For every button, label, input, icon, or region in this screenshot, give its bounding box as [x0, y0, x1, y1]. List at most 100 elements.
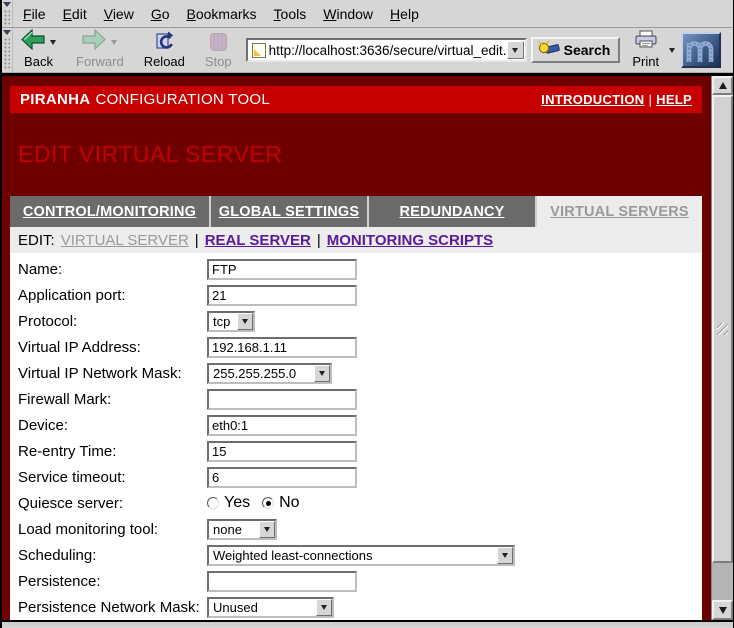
thumb-grip: [717, 323, 728, 335]
form-row: Firewall Mark:: [10, 386, 702, 412]
tab-global-settings[interactable]: GLOBAL SETTINGS: [209, 196, 367, 227]
introduction-link[interactable]: INTRODUCTION: [541, 92, 644, 107]
tab-virtual-servers[interactable]: VIRTUAL SERVERS: [535, 196, 702, 227]
load-monitoring-select[interactable]: none: [207, 519, 277, 540]
scheduling-label: Scheduling:: [18, 547, 207, 564]
quiesce-yes-radio[interactable]: [207, 497, 219, 509]
forward-button[interactable]: Forward: [72, 29, 128, 72]
navigation-toolbar: Back Forward: [2, 28, 733, 73]
menu-bookmarks[interactable]: Bookmarks: [187, 6, 257, 22]
persistence-mask-select[interactable]: Unused: [207, 597, 334, 618]
device-label: Device:: [18, 417, 207, 434]
toolbar-grippy[interactable]: [2, 28, 13, 72]
back-button[interactable]: Back: [17, 29, 60, 72]
bookmark-page-icon[interactable]: [252, 43, 266, 58]
header-links: INTRODUCTION|HELP: [541, 92, 692, 107]
back-label: Back: [24, 54, 53, 69]
persistence-input[interactable]: [207, 571, 357, 592]
mozilla-logo[interactable]: [681, 32, 721, 68]
service-timeout-input[interactable]: [207, 467, 357, 488]
subnav-prefix: EDIT:: [18, 232, 55, 249]
menu-tools[interactable]: Tools: [274, 6, 307, 22]
form-row: Persistence:: [10, 568, 702, 594]
form-row: Persistence Network Mask: Unused: [10, 594, 702, 620]
tab-control-monitoring[interactable]: CONTROL/MONITORING: [10, 196, 209, 227]
reentry-time-label: Re-entry Time:: [18, 443, 207, 460]
stop-label: Stop: [205, 54, 232, 69]
reentry-time-input[interactable]: [207, 441, 357, 462]
url-input[interactable]: [269, 43, 507, 58]
protocol-value: tcp: [209, 313, 237, 330]
window-frame-edge: [2, 622, 733, 626]
name-input[interactable]: [207, 259, 357, 280]
scrollbar-thumb[interactable]: [712, 95, 733, 563]
reload-icon: [153, 29, 175, 55]
scheduling-value: Weighted least-connections: [209, 547, 497, 564]
menu-file[interactable]: File: [23, 6, 46, 22]
search-button[interactable]: Search: [531, 37, 621, 63]
grippy-collapse-icon: [3, 2, 11, 7]
virtual-ip-mask-label: Virtual IP Network Mask:: [18, 365, 207, 382]
menu-edit[interactable]: Edit: [63, 6, 87, 22]
firewall-mark-label: Firewall Mark:: [18, 391, 207, 408]
virtual-ip-mask-select[interactable]: 255.255.255.0: [207, 363, 332, 384]
dropdown-arrow-icon: [497, 547, 513, 564]
scroll-down-button[interactable]: [712, 600, 733, 620]
device-input[interactable]: [207, 415, 357, 436]
menu-view[interactable]: View: [104, 6, 134, 22]
title-block: EDIT VIRTUAL SERVER: [10, 113, 702, 196]
scheduling-select[interactable]: Weighted least-connections: [207, 545, 515, 566]
help-link[interactable]: HELP: [656, 92, 692, 107]
vertical-scrollbar[interactable]: [711, 76, 733, 620]
subnav-divider: |: [195, 232, 199, 249]
service-timeout-label: Service timeout:: [18, 469, 207, 486]
virtual-ip-label: Virtual IP Address:: [18, 339, 207, 356]
persistence-mask-label: Persistence Network Mask:: [18, 599, 207, 616]
dropdown-arrow-icon: [259, 521, 275, 538]
forward-icon: [82, 29, 106, 55]
protocol-select[interactable]: tcp: [207, 311, 255, 332]
chevron-down-icon: [512, 48, 518, 53]
form-row: Device:: [10, 412, 702, 438]
application-port-input[interactable]: [207, 285, 357, 306]
name-label: Name:: [18, 261, 207, 278]
menu-items: File Edit View Go Bookmarks Tools Window…: [13, 0, 436, 27]
form-row: Scheduling: Weighted least-connections: [10, 542, 702, 568]
form-row: Virtual IP Address:: [10, 334, 702, 360]
print-dropdown-icon[interactable]: [669, 48, 675, 53]
url-dropdown-button[interactable]: [507, 41, 524, 59]
app-header-bar: PIRANHACONFIGURATION TOOL INTRODUCTION|H…: [10, 86, 702, 113]
toolbar-grippy[interactable]: [2, 0, 13, 27]
firewall-mark-input[interactable]: [207, 389, 357, 410]
form-row: Application port:: [10, 282, 702, 308]
subnav-monitoring-scripts[interactable]: MONITORING SCRIPTS: [327, 232, 493, 249]
protocol-label: Protocol:: [18, 313, 207, 330]
tab-redundancy[interactable]: REDUNDANCY: [367, 196, 535, 227]
reload-button[interactable]: Reload: [140, 29, 189, 72]
form-row: Virtual IP Network Mask: 255.255.255.0: [10, 360, 702, 386]
quiesce-no-radio[interactable]: [262, 497, 274, 509]
subnav-divider: |: [317, 232, 321, 249]
menu-help[interactable]: Help: [390, 6, 419, 22]
application-port-label: Application port:: [18, 287, 207, 304]
quiesce-yes-label: Yes: [224, 494, 250, 512]
form-row: Protocol: tcp: [10, 308, 702, 334]
load-monitoring-label: Load monitoring tool:: [18, 521, 207, 538]
app-title-rest: CONFIGURATION TOOL: [95, 91, 270, 108]
quiesce-radio-group: Yes No: [207, 494, 312, 512]
menu-go[interactable]: Go: [151, 6, 170, 22]
url-bar: [246, 38, 527, 62]
browser-window: File Edit View Go Bookmarks Tools Window…: [0, 0, 734, 628]
app-title: PIRANHACONFIGURATION TOOL: [20, 91, 270, 108]
print-button[interactable]: Print: [628, 29, 663, 72]
menu-window[interactable]: Window: [323, 6, 373, 22]
back-dropdown-icon[interactable]: [50, 40, 56, 45]
scroll-up-button[interactable]: [712, 76, 733, 95]
stop-button[interactable]: Stop: [201, 29, 236, 72]
arrow-down-icon: [719, 607, 727, 614]
virtual-ip-input[interactable]: [207, 337, 357, 358]
subnav-real-server[interactable]: REAL SERVER: [205, 232, 311, 249]
print-icon: [633, 30, 659, 54]
virtual-ip-mask-value: 255.255.255.0: [209, 365, 314, 382]
search-label: Search: [564, 42, 611, 58]
